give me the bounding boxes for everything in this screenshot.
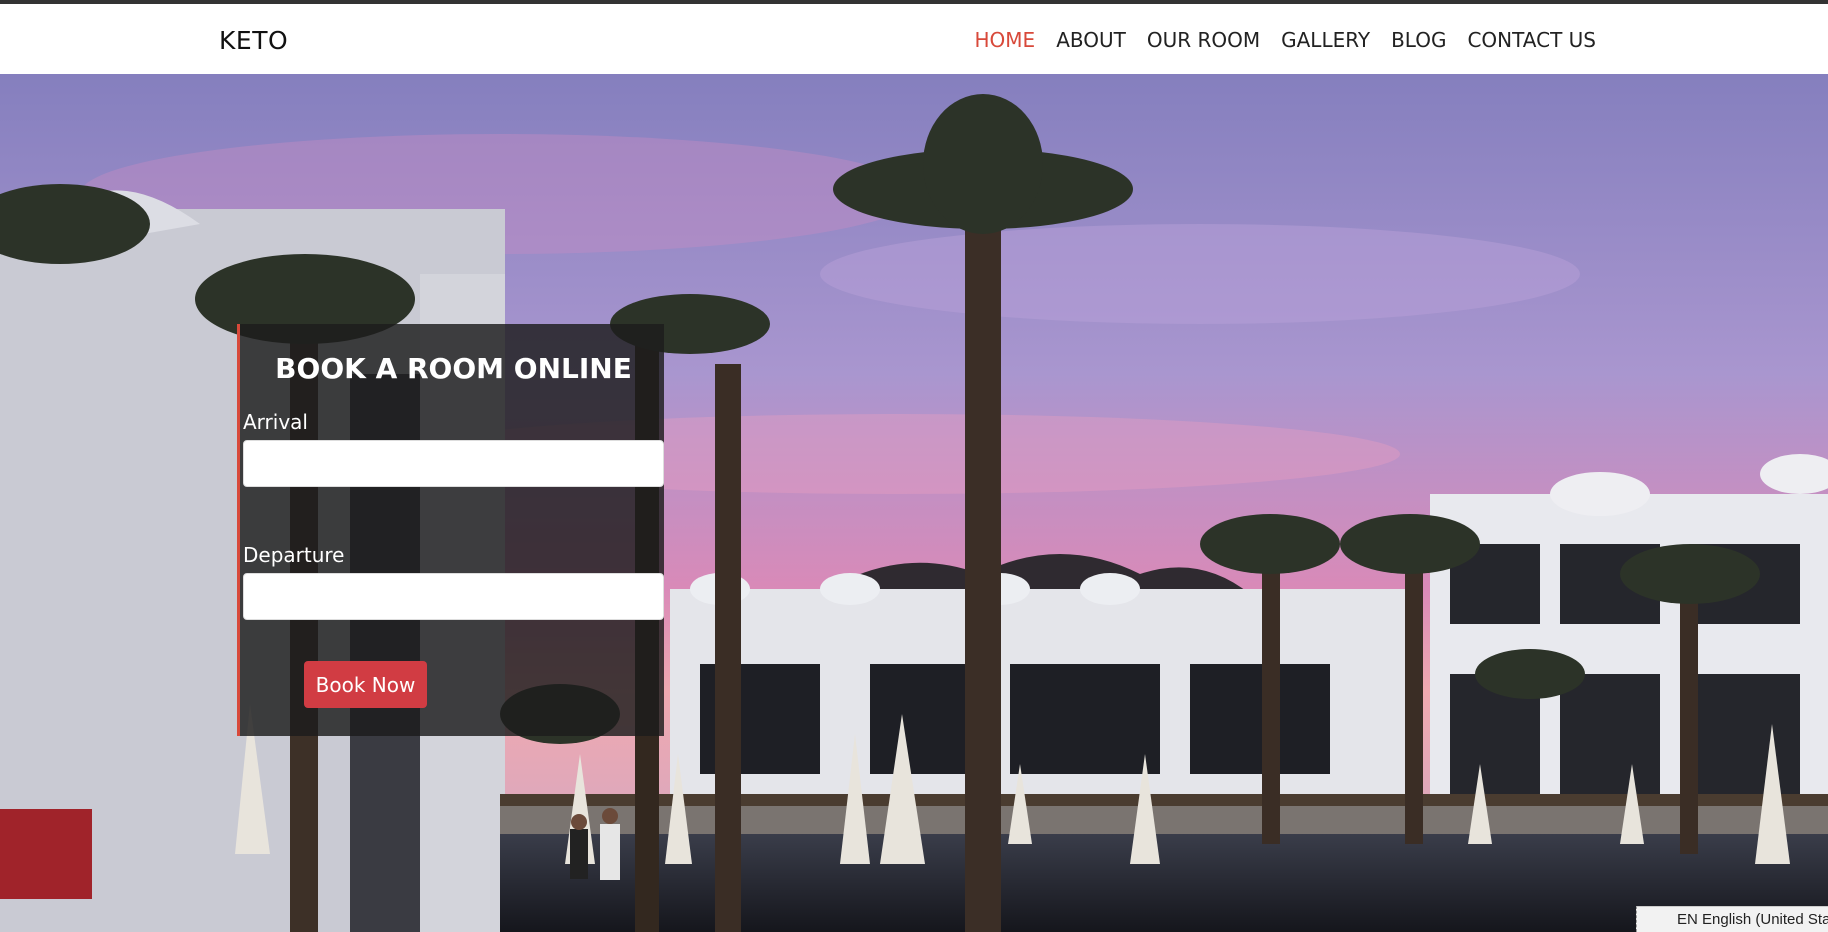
arrival-input[interactable] xyxy=(243,440,664,487)
departure-label: Departure xyxy=(243,543,345,567)
booking-form: BOOK A ROOM ONLINE Arrival Departure Boo… xyxy=(237,324,664,736)
departure-input[interactable] xyxy=(243,573,664,620)
site-header: KETO HOME ABOUT OUR ROOM GALLERY BLOG CO… xyxy=(0,4,1828,74)
nav-blog[interactable]: BLOG xyxy=(1391,28,1446,52)
nav-about[interactable]: ABOUT xyxy=(1056,28,1126,52)
hero-banner: BOOK A ROOM ONLINE Arrival Departure Boo… xyxy=(0,74,1828,932)
site-logo[interactable]: KETO xyxy=(219,26,288,55)
book-now-button[interactable]: Book Now xyxy=(304,661,427,708)
language-indicator[interactable]: EN English (United States) xyxy=(1636,906,1828,932)
arrival-label: Arrival xyxy=(243,410,308,434)
main-nav: HOME ABOUT OUR ROOM GALLERY BLOG CONTACT… xyxy=(975,28,1597,52)
nav-home[interactable]: HOME xyxy=(975,28,1036,52)
nav-gallery[interactable]: GALLERY xyxy=(1281,28,1370,52)
booking-title: BOOK A ROOM ONLINE xyxy=(275,352,632,385)
nav-contact-us[interactable]: CONTACT US xyxy=(1467,28,1596,52)
nav-our-room[interactable]: OUR ROOM xyxy=(1147,28,1260,52)
